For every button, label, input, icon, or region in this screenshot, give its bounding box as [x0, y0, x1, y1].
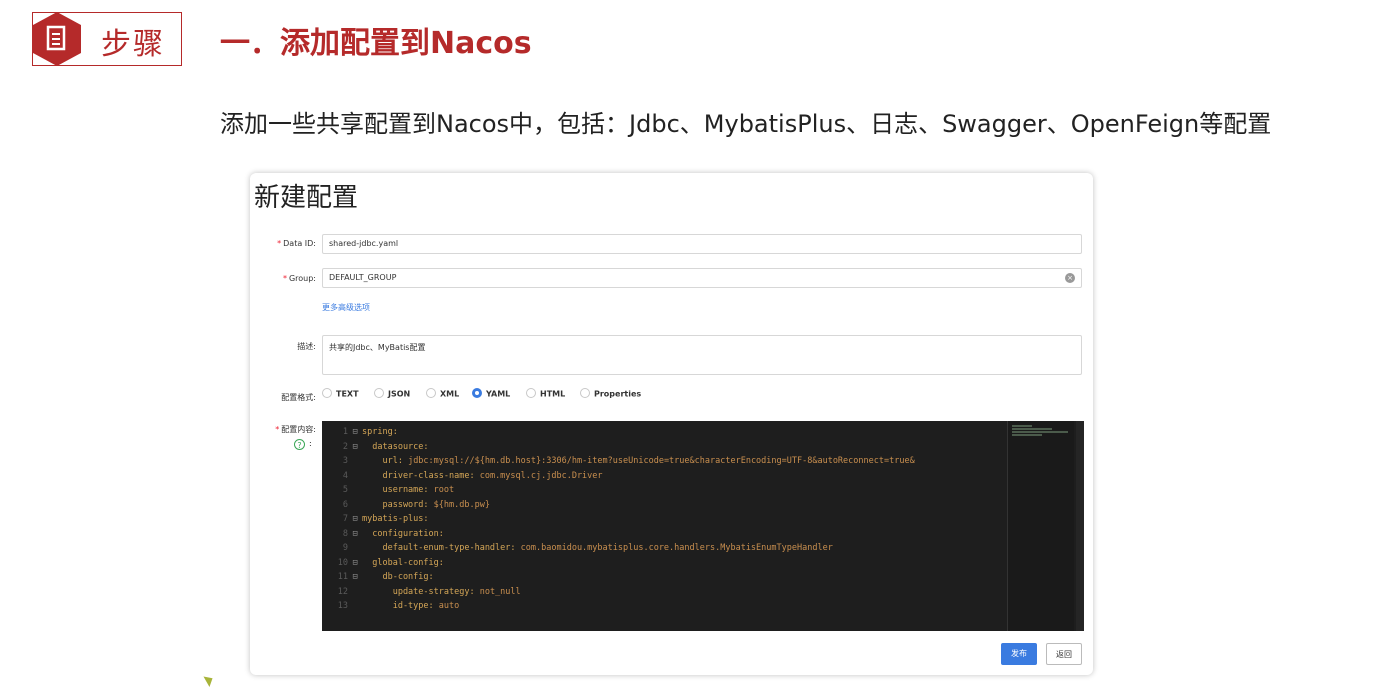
line-number: 5 [342, 485, 348, 495]
code-value: auto [433, 601, 460, 611]
fold-icon[interactable]: ⊟ [348, 425, 362, 440]
code-value: com.baomidou.mybatisplus.core.handlers.M… [515, 543, 833, 553]
slide-title: 一．添加配置到Nacos [220, 26, 532, 61]
radio-icon [426, 388, 436, 398]
code-value: root [428, 485, 455, 495]
radio-icon [580, 388, 590, 398]
format-radio-text[interactable]: TEXT [322, 388, 359, 399]
code-key: password: [362, 499, 429, 510]
line-number: 8 [342, 528, 348, 539]
fold-icon[interactable]: ⊟ [348, 512, 362, 527]
back-button[interactable]: 返回 [1046, 643, 1082, 665]
page-title: 新建配置 [254, 183, 359, 213]
format-label: 配置格式: [281, 393, 316, 402]
line-number: 11 [337, 572, 348, 582]
line-number: 2 [342, 441, 348, 452]
clear-icon[interactable]: × [1065, 273, 1075, 283]
code-value: com.mysql.cj.jdbc.Driver [474, 470, 603, 481]
fold-icon[interactable]: ⊟ [348, 440, 362, 455]
line-number: 3 [342, 456, 348, 466]
code-value: jdbc:mysql://${hm.db.host}:3306/hm-item?… [402, 456, 915, 466]
code-line: 13 id-type: auto [322, 599, 915, 614]
help-colon: : [309, 439, 312, 448]
content-label: * 配置内容: [275, 425, 316, 434]
new-config-panel: 新建配置 * Data ID: shared-jdbc.yaml * Group: … [250, 173, 1093, 675]
editor-lines: 1 ⊟ spring: 2 ⊟ datasource: 3 url: jdbc:mysql… [322, 425, 915, 614]
line-number: 6 [342, 499, 348, 510]
description-textarea[interactable]: 共享的Jdbc、MyBatis配置 [322, 335, 1082, 375]
data-id-label: * Data ID: [277, 239, 316, 248]
code-line: 10 ⊟ global-config: [322, 556, 915, 571]
fold-icon[interactable]: ⊟ [348, 527, 362, 542]
radio-icon [374, 388, 384, 398]
group-input[interactable]: DEFAULT_GROUP × [322, 268, 1082, 288]
advanced-options-link[interactable]: 更多高级选项 [322, 302, 370, 313]
slide-description: 添加一些共享配置到Nacos中，包括：Jdbc、MybatisPlus、日志、S… [220, 110, 1272, 138]
code-line: 11 ⊟ db-config: [322, 570, 915, 585]
code-key: default-enum-type-handler: [362, 543, 516, 553]
code-line: 8 ⊟ configuration: [322, 527, 915, 542]
format-radio-json[interactable]: JSON [374, 388, 410, 399]
code-key: id-type: [362, 601, 434, 611]
line-number: 12 [337, 586, 348, 597]
data-id-input[interactable]: shared-jdbc.yaml [322, 234, 1082, 254]
document-icon [33, 12, 81, 66]
line-number: 7 [342, 514, 348, 524]
step-label: 步骤 [101, 27, 165, 62]
code-key: global-config: [362, 557, 444, 568]
fold-icon[interactable]: ⊟ [348, 556, 362, 571]
format-radio-xml[interactable]: XML [426, 388, 459, 399]
code-key: spring: [362, 427, 398, 437]
code-key: username: [362, 485, 429, 495]
code-line: 1 ⊟ spring: [322, 425, 915, 440]
code-line: 7 ⊟ mybatis-plus: [322, 512, 915, 527]
group-value: DEFAULT_GROUP [329, 273, 397, 282]
code-key: db-config: [362, 572, 434, 582]
radio-icon [322, 388, 332, 398]
radio-icon [526, 388, 536, 398]
format-radio-yaml[interactable]: YAML [472, 388, 510, 399]
code-line: 9 default-enum-type-handler: com.baomido… [322, 541, 915, 556]
line-number: 9 [342, 543, 348, 553]
code-key: configuration: [362, 528, 444, 539]
code-value: not_null [474, 586, 521, 597]
code-key: datasource: [362, 441, 429, 452]
code-line: 12 update-strategy: not_null [322, 585, 915, 600]
code-editor[interactable]: 1 ⊟ spring: 2 ⊟ datasource: 3 url: jdbc:mysql… [322, 421, 1084, 631]
fold-icon[interactable]: ⊟ [348, 570, 362, 585]
line-number: 13 [337, 601, 348, 611]
editor-scrollbar[interactable] [1076, 421, 1084, 631]
group-label: * Group: [282, 274, 316, 283]
publish-button[interactable]: 发布 [1001, 643, 1037, 665]
code-line: 3 url: jdbc:mysql://${hm.db.host}:3306/h… [322, 454, 915, 469]
code-line: 4 driver-class-name: com.mysql.cj.jdbc.D… [322, 469, 915, 484]
format-radio-html[interactable]: HTML [526, 388, 565, 399]
cursor-icon [203, 673, 216, 687]
code-line: 5 username: root [322, 483, 915, 498]
line-number: 10 [337, 557, 348, 568]
editor-minimap[interactable] [1007, 421, 1074, 631]
code-line: 6 password: ${hm.db.pw} [322, 498, 915, 513]
radio-checked-icon [472, 388, 482, 398]
code-key: update-strategy: [362, 586, 475, 597]
code-value: ${hm.db.pw} [428, 499, 490, 510]
step-badge: 步骤 [32, 12, 182, 66]
line-number: 1 [342, 427, 348, 437]
code-line: 2 ⊟ datasource: [322, 440, 915, 455]
line-number: 4 [342, 470, 348, 481]
format-radio-properties[interactable]: Properties [580, 388, 641, 399]
description-label: 描述: [297, 342, 316, 351]
code-key: mybatis-plus: [362, 514, 429, 524]
code-key: driver-class-name: [362, 470, 475, 481]
code-key: url: [362, 456, 403, 466]
help-icon[interactable]: ? [294, 439, 305, 450]
